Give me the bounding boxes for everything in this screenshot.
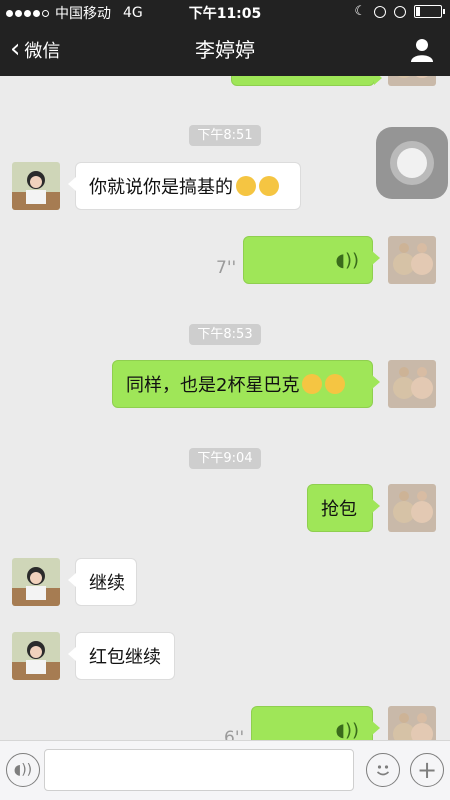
voice-duration: 6'': [224, 728, 245, 740]
voice-message-bubble[interactable]: ◖)): [243, 236, 380, 284]
assistive-touch-button[interactable]: [376, 127, 448, 199]
timestamp: 下午8:53: [0, 323, 450, 345]
kiss-emoji-icon: [302, 374, 323, 394]
avatar-self[interactable]: [388, 484, 436, 532]
smiley-icon: [376, 765, 390, 776]
person-icon[interactable]: [408, 36, 436, 64]
input-bar: ◖)) +: [0, 740, 450, 800]
avatar-self[interactable]: [388, 236, 436, 284]
avatar-contact[interactable]: [12, 632, 60, 680]
kiss-emoji-icon: [325, 374, 346, 394]
avatar-self[interactable]: [388, 360, 436, 408]
voice-duration: 7'': [216, 258, 237, 278]
message-bubble-partial[interactable]: [231, 76, 382, 86]
voice-wave-icon: ◖)): [335, 249, 359, 271]
nav-bar: ‹ 微信 李婷婷: [0, 24, 450, 76]
message-bubble[interactable]: 继续: [68, 558, 137, 606]
message-input[interactable]: [44, 749, 354, 791]
status-right: ☾: [354, 4, 445, 19]
chat-title: 李婷婷: [195, 38, 255, 62]
message-bubble[interactable]: 同样，也是2杯星巴克: [112, 360, 380, 408]
avatar-contact[interactable]: [12, 558, 60, 606]
battery-icon: [414, 5, 445, 18]
rotation-lock-icon: [374, 5, 386, 18]
emoji-button[interactable]: [366, 753, 400, 787]
message-bubble[interactable]: 红包继续: [68, 632, 175, 680]
chat-area[interactable]: 下午8:51 你就说你是搞基的 7'' ◖)) 下午8:53 同样，也是2杯星巴…: [0, 76, 450, 740]
status-bar: 中国移动 4G 下午11:05 ☾: [0, 0, 450, 24]
avatar-self[interactable]: [388, 76, 436, 86]
voice-message-bubble[interactable]: ◖)): [251, 706, 380, 741]
alarm-icon: [394, 5, 406, 18]
plus-icon: +: [416, 756, 438, 784]
moon-icon: ☾: [354, 4, 366, 19]
grin-emoji-icon: [236, 176, 256, 196]
message-bubble[interactable]: 你就说你是搞基的: [68, 162, 301, 210]
avatar-contact[interactable]: [12, 162, 60, 210]
message-bubble[interactable]: 抢包: [307, 484, 380, 532]
voice-input-button[interactable]: ◖)): [6, 753, 40, 787]
avatar-self[interactable]: [388, 706, 436, 740]
voice-wave-icon: ◖)): [335, 719, 359, 741]
grin-emoji-icon: [259, 176, 279, 196]
more-button[interactable]: +: [410, 753, 444, 787]
timestamp: 下午9:04: [0, 447, 450, 469]
voice-icon: ◖)): [13, 762, 33, 778]
